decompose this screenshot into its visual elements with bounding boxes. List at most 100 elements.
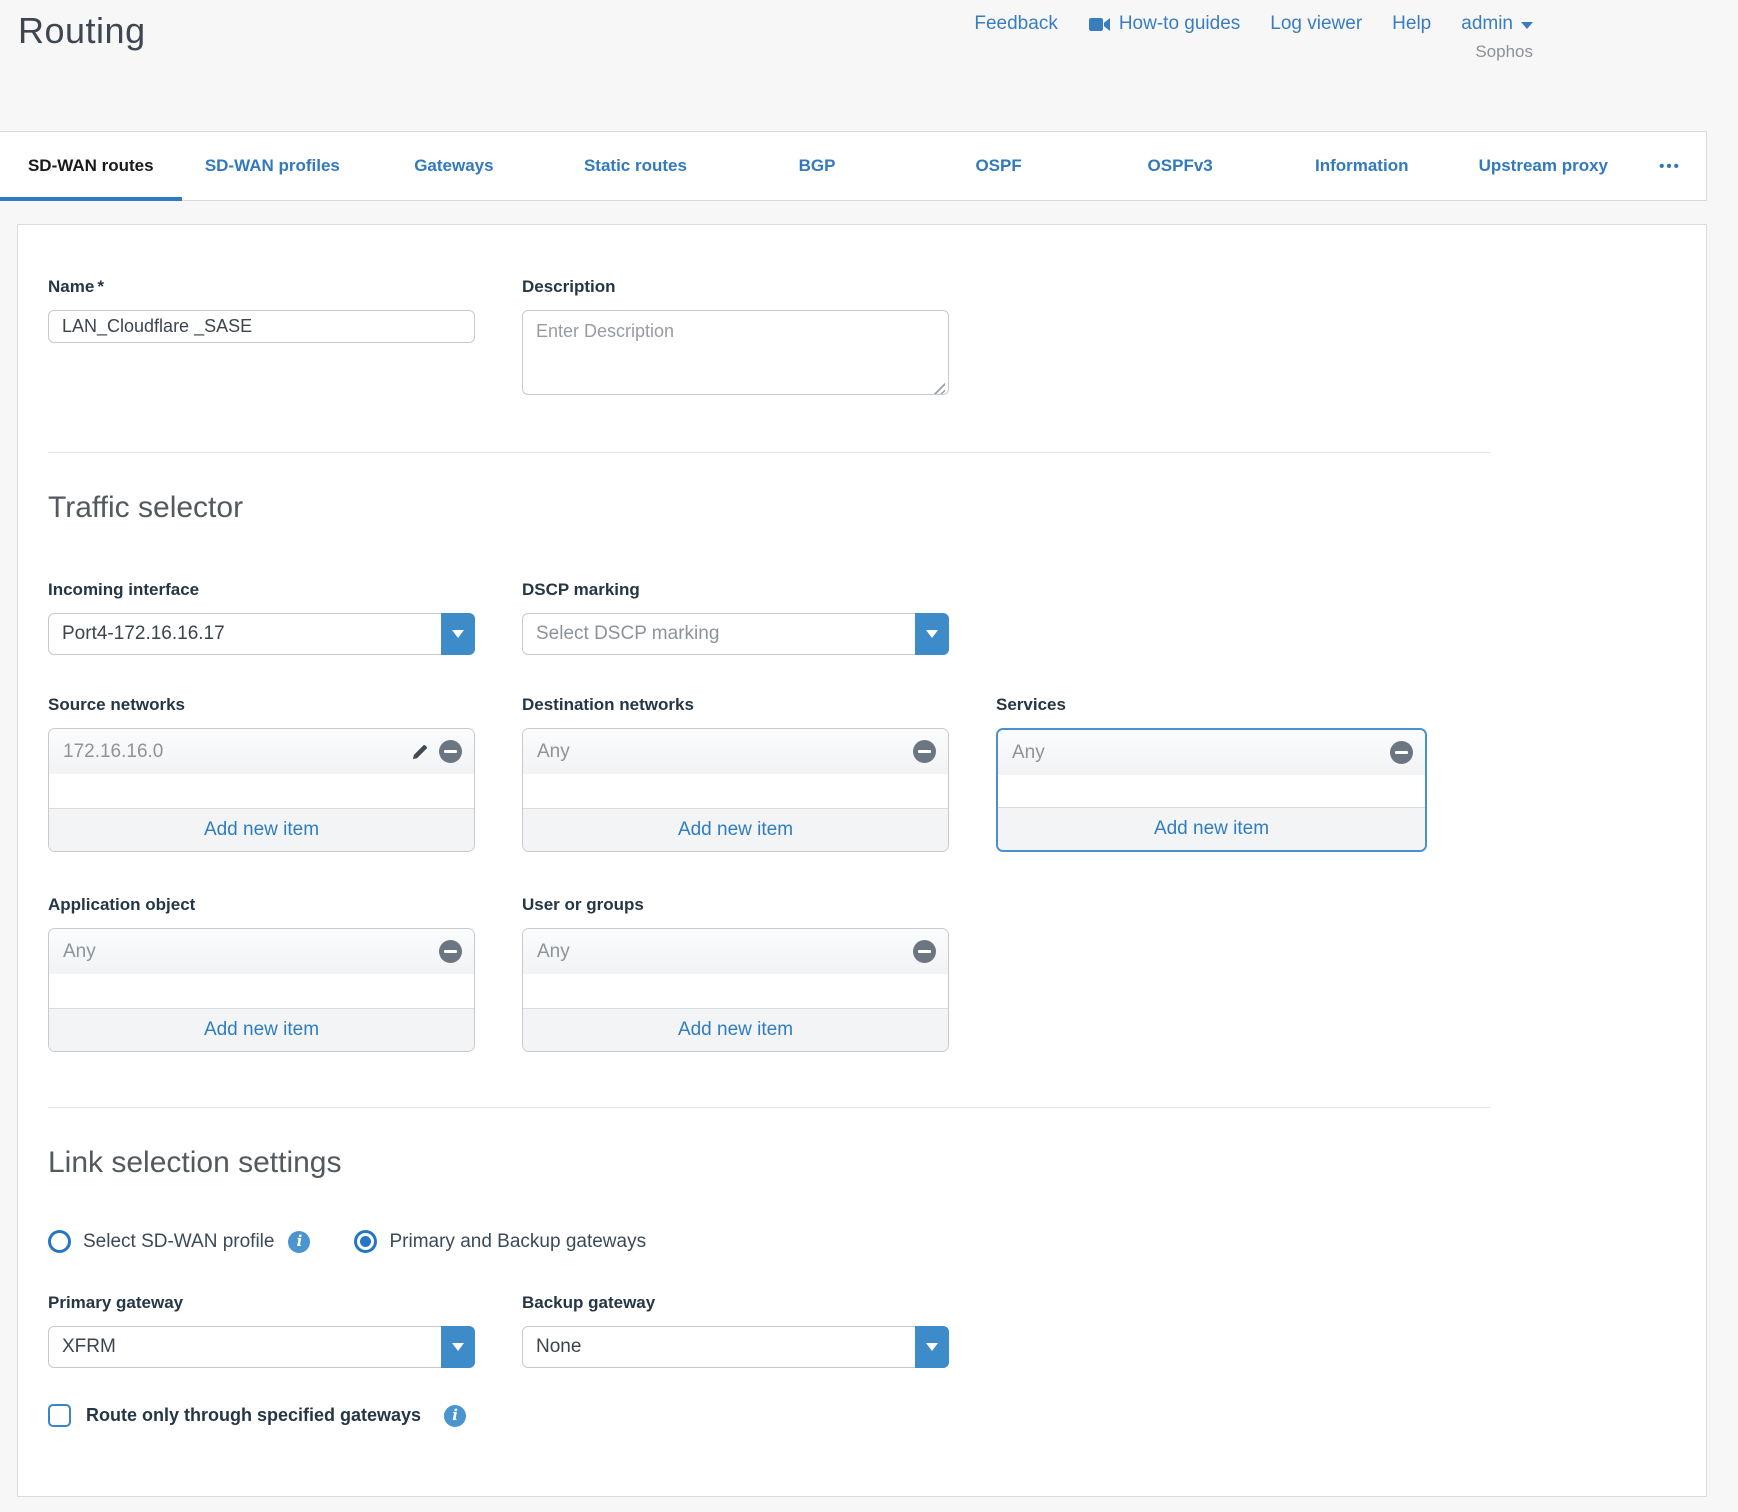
backup-gateway-group: Backup gateway None (522, 1293, 949, 1368)
dropdown-caret-icon[interactable] (441, 613, 475, 655)
tab-sdwan-profiles[interactable]: SD-WAN profiles (182, 132, 364, 200)
top-nav: Feedback How-to guides Log viewer Help a… (974, 13, 1533, 35)
route-only-checkbox[interactable] (48, 1404, 71, 1427)
application-object-add-button[interactable]: Add new item (49, 1008, 474, 1051)
backup-gateway-select[interactable]: None (522, 1326, 949, 1368)
info-icon[interactable] (288, 1231, 310, 1253)
primary-backup-gateways-label: Primary and Backup gateways (389, 1231, 646, 1253)
info-icon[interactable] (444, 1405, 466, 1427)
feedback-link[interactable]: Feedback (974, 13, 1057, 35)
list-item: Any (523, 929, 948, 974)
pencil-icon[interactable] (410, 742, 430, 762)
services-listbox: Any Add new item (996, 728, 1427, 852)
services-add-button[interactable]: Add new item (998, 807, 1425, 850)
user-or-groups-group: User or groups Any Add new item (522, 895, 949, 1052)
page-title: Routing (18, 10, 146, 52)
dscp-marking-group: DSCP marking Select DSCP marking (522, 580, 949, 655)
minus-circle-icon[interactable] (1390, 741, 1413, 764)
application-object-group: Application object Any Add new item (48, 895, 475, 1052)
dropdown-caret-icon[interactable] (441, 1326, 475, 1368)
list-empty-area (998, 775, 1425, 807)
link-selection-heading: Link selection settings (48, 1146, 1490, 1180)
user-or-groups-label: User or groups (522, 895, 949, 915)
minus-circle-icon[interactable] (439, 940, 462, 963)
section-divider (48, 1107, 1490, 1108)
application-object-listbox: Any Add new item (48, 928, 475, 1052)
radio-selected-icon[interactable] (354, 1230, 377, 1253)
tab-ospf[interactable]: OSPF (908, 132, 1090, 200)
source-networks-listbox: 172.16.16.0 Add new item (48, 728, 475, 852)
traffic-selector-heading: Traffic selector (48, 491, 1490, 525)
application-users-row: Application object Any Add new item User… (48, 895, 1490, 1052)
section-divider (48, 452, 1490, 453)
sdwan-route-form-panel: Name* Description Traffic selector Incom… (17, 224, 1707, 1497)
tab-gateways[interactable]: Gateways (363, 132, 545, 200)
tab-static-routes[interactable]: Static routes (545, 132, 727, 200)
routing-tabbar: SD-WAN routes SD-WAN profiles Gateways S… (0, 131, 1707, 201)
tab-bgp[interactable]: BGP (726, 132, 908, 200)
chevron-down-icon (1521, 22, 1533, 29)
interface-dscp-row: Incoming interface Port4-172.16.16.17 DS… (48, 580, 1490, 655)
networks-row: Source networks 172.16.16.0 Add new item (48, 695, 1490, 852)
backup-gateway-value: None (523, 1336, 627, 1358)
how-to-guides-link[interactable]: How-to guides (1088, 13, 1240, 35)
radio-unselected-icon[interactable] (48, 1230, 71, 1253)
route-only-label: Route only through specified gateways (86, 1405, 421, 1426)
tab-upstream-proxy[interactable]: Upstream proxy (1453, 132, 1635, 200)
services-label: Services (996, 695, 1427, 715)
video-icon (1088, 17, 1111, 32)
tab-sdwan-routes[interactable]: SD-WAN routes (0, 132, 182, 200)
dropdown-caret-icon[interactable] (915, 1326, 949, 1368)
route-only-row: Route only through specified gateways (48, 1404, 1490, 1427)
description-label: Description (522, 277, 949, 297)
minus-circle-icon[interactable] (439, 740, 462, 763)
tab-ospfv3[interactable]: OSPFv3 (1089, 132, 1271, 200)
required-marker: * (97, 277, 104, 296)
help-link[interactable]: Help (1392, 13, 1431, 35)
list-empty-area (523, 774, 948, 808)
application-object-label: Application object (48, 895, 475, 915)
select-sdwan-profile-radio[interactable]: Select SD-WAN profile (48, 1230, 274, 1253)
incoming-interface-value: Port4-172.16.16.17 (49, 623, 271, 645)
destination-networks-add-button[interactable]: Add new item (523, 808, 948, 851)
user-or-groups-value: Any (537, 941, 570, 963)
name-input[interactable] (48, 310, 475, 343)
dropdown-caret-icon[interactable] (915, 613, 949, 655)
incoming-interface-group: Incoming interface Port4-172.16.16.17 (48, 580, 475, 655)
list-item: 172.16.16.0 (49, 729, 474, 774)
dscp-marking-select[interactable]: Select DSCP marking (522, 613, 949, 655)
destination-networks-group: Destination networks Any Add new item (522, 695, 949, 852)
user-or-groups-add-button[interactable]: Add new item (523, 1008, 948, 1051)
name-description-row: Name* Description (48, 277, 1490, 400)
source-network-value: 172.16.16.0 (63, 741, 163, 763)
application-object-value: Any (63, 941, 96, 963)
description-textarea[interactable] (522, 310, 949, 395)
dscp-marking-placeholder: Select DSCP marking (523, 623, 765, 645)
admin-menu[interactable]: admin (1461, 13, 1533, 35)
source-networks-add-button[interactable]: Add new item (49, 808, 474, 851)
primary-backup-gateways-radio[interactable]: Primary and Backup gateways (354, 1230, 646, 1253)
minus-circle-icon[interactable] (913, 740, 936, 763)
select-sdwan-profile-label: Select SD-WAN profile (83, 1231, 274, 1253)
log-viewer-label: Log viewer (1270, 13, 1362, 35)
brand-label: Sophos (1475, 42, 1533, 62)
admin-menu-label: admin (1461, 13, 1513, 35)
list-empty-area (49, 974, 474, 1008)
name-label: Name* (48, 277, 475, 297)
primary-gateway-select[interactable]: XFRM (48, 1326, 475, 1368)
help-label: Help (1392, 13, 1431, 35)
incoming-interface-select[interactable]: Port4-172.16.16.17 (48, 613, 475, 655)
page-header: Routing Feedback How-to guides Log viewe… (0, 0, 1738, 131)
list-empty-area (49, 774, 474, 808)
dscp-marking-label: DSCP marking (522, 580, 949, 600)
list-empty-area (523, 974, 948, 1008)
incoming-interface-label: Incoming interface (48, 580, 475, 600)
tabs-more-button[interactable]: ••• (1634, 132, 1706, 200)
primary-gateway-value: XFRM (49, 1336, 162, 1358)
name-label-text: Name (48, 277, 94, 296)
services-group: Services Any Add new item (996, 695, 1427, 852)
list-item: Any (523, 729, 948, 774)
tab-information[interactable]: Information (1271, 132, 1453, 200)
minus-circle-icon[interactable] (913, 940, 936, 963)
log-viewer-link[interactable]: Log viewer (1270, 13, 1362, 35)
